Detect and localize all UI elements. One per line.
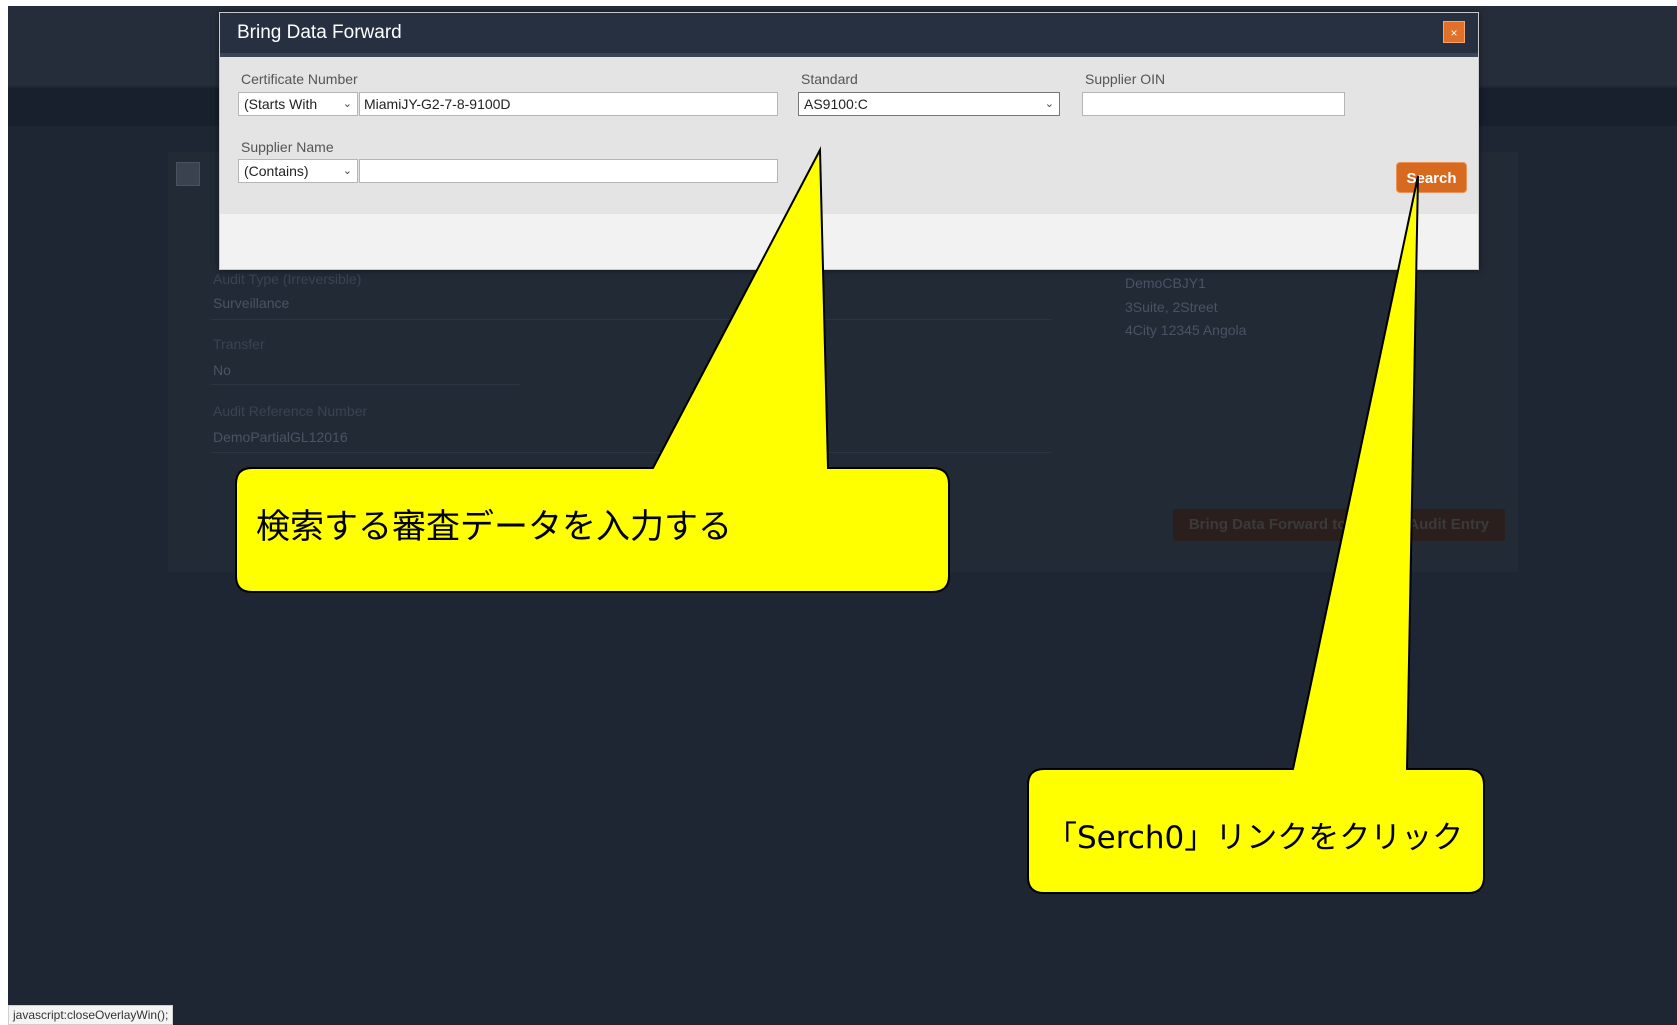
callout-search-bubble xyxy=(1027,175,1485,894)
status-bar: javascript:closeOverlayWin(); xyxy=(8,1005,174,1025)
callout-input-text: 検索する審査データを入力する xyxy=(256,507,732,547)
app-screen: Audit Type (Irreversible) Surveillance T… xyxy=(8,6,1677,1025)
callout-search-text: 「Serch0」リンクをクリック xyxy=(1046,820,1464,856)
